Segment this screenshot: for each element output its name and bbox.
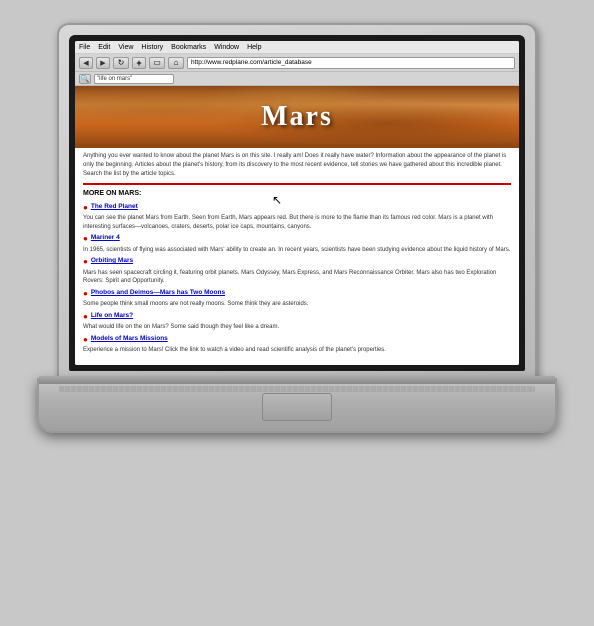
browser-searchbar: 🔍 "life on mars" [75, 72, 519, 86]
item-link-5[interactable]: Models of Mars Missions [91, 335, 168, 343]
search-icon[interactable]: 🔍 [79, 74, 91, 84]
back-button[interactable]: ◀ [79, 57, 93, 69]
list-item: ● Life on Mars? [83, 312, 511, 322]
menu-help[interactable]: Help [247, 44, 261, 51]
screen: File Edit View History Bookmarks Window … [75, 41, 519, 365]
menu-history[interactable]: History [141, 44, 163, 51]
page-body: Anything you ever wanted to know about t… [75, 148, 519, 361]
list-item: ● Models of Mars Missions [83, 335, 511, 345]
forward-button[interactable]: ▶ [96, 57, 110, 69]
item-link-4[interactable]: Life on Mars? [91, 312, 133, 320]
touchpad[interactable] [262, 393, 332, 421]
menu-edit[interactable]: Edit [98, 44, 110, 51]
bullet-icon: ● [83, 234, 88, 244]
item-desc-3: Some people think small moons are not re… [83, 300, 511, 308]
bullet-icon: ● [83, 335, 88, 345]
list-item: ● Orbiting Mars [83, 257, 511, 267]
item-link-0[interactable]: The Red Planet [91, 203, 138, 211]
menu-bookmarks[interactable]: Bookmarks [171, 44, 206, 51]
section-divider [83, 183, 511, 185]
page-content: Mars Anything you ever wanted to know ab… [75, 86, 519, 365]
laptop-base [37, 378, 557, 433]
mars-banner-title: Mars [261, 101, 333, 133]
item-desc-0: You can see the planet Mars from Earth. … [83, 214, 511, 231]
section-title: MORE ON MARS: [83, 189, 511, 199]
intro-text: Anything you ever wanted to know about t… [83, 152, 511, 179]
keyboard-area [59, 386, 535, 392]
menu-file[interactable]: File [79, 44, 90, 51]
bullet-icon: ● [83, 312, 88, 322]
item-link-1[interactable]: Mariner 4 [91, 234, 120, 242]
add-tab-button[interactable]: + [132, 57, 146, 69]
browser-menubar: File Edit View History Bookmarks Window … [75, 41, 519, 54]
item-desc-2: Mars has seen spacecraft circling it, fe… [83, 269, 511, 286]
screen-bezel: File Edit View History Bookmarks Window … [69, 35, 525, 371]
bullet-icon: ● [83, 257, 88, 267]
window-button[interactable]: ▭ [149, 57, 165, 69]
home-button[interactable]: ⌂ [168, 57, 184, 69]
laptop-hinge [39, 376, 555, 384]
mars-banner: Mars [75, 86, 519, 148]
laptop-lid: File Edit View History Bookmarks Window … [57, 23, 537, 383]
search-input[interactable]: "life on mars" [94, 74, 174, 84]
item-desc-4: What would life on the on Mars? Some sai… [83, 323, 511, 331]
menu-window[interactable]: Window [214, 44, 239, 51]
item-desc-5: Experience a mission to Mars! Click the … [83, 346, 511, 354]
item-desc-1: In 1965, scientists of flying was associ… [83, 246, 511, 254]
bullet-icon: ● [83, 203, 88, 213]
reload-button[interactable]: ↻ [113, 57, 129, 69]
item-link-3[interactable]: Phobos and Deimos—Mars has Two Moons [91, 289, 225, 297]
laptop: File Edit View History Bookmarks Window … [37, 23, 557, 603]
menu-view[interactable]: View [118, 44, 133, 51]
browser-toolbar: ◀ ▶ ↻ + ▭ ⌂ http://www.redplane.com/arti… [75, 54, 519, 72]
list-item: ● Mariner 4 [83, 234, 511, 244]
bullet-icon: ● [83, 289, 88, 299]
url-bar[interactable]: http://www.redplane.com/article_database [187, 57, 515, 69]
list-item: ● Phobos and Deimos—Mars has Two Moons [83, 289, 511, 299]
item-link-2[interactable]: Orbiting Mars [91, 257, 133, 265]
list-item: ● The Red Planet [83, 203, 511, 213]
